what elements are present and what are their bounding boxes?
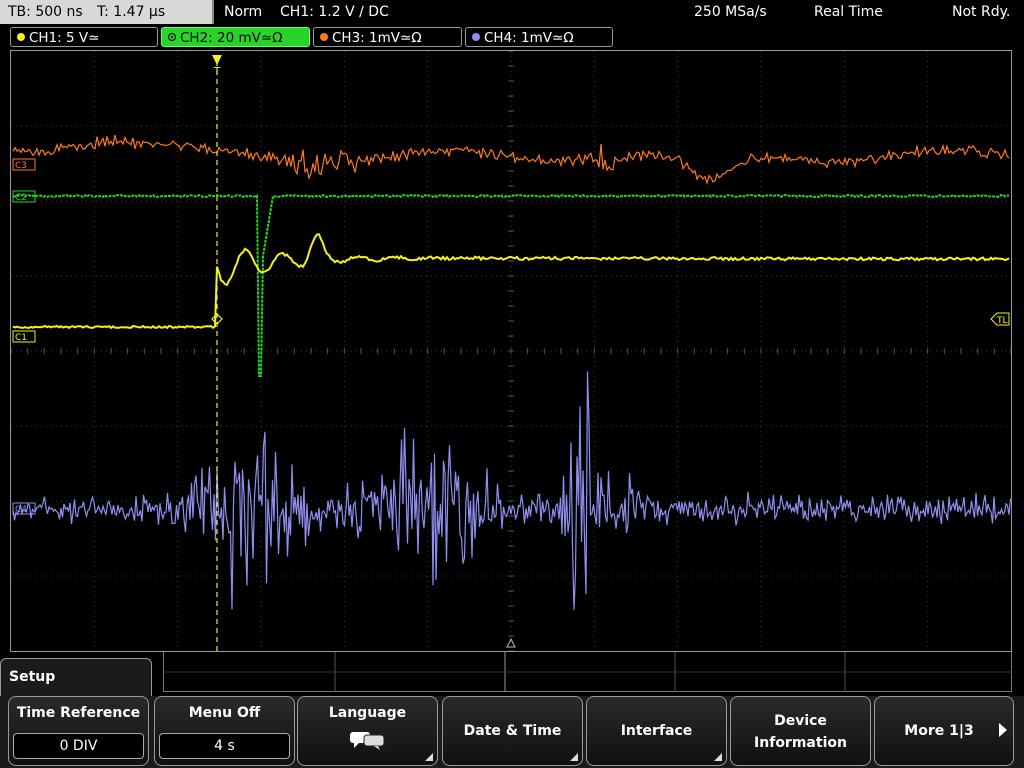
svg-text:TL: TL: [996, 316, 1008, 326]
trigger-level-marker: TL: [990, 312, 1010, 326]
channel-4-tab[interactable]: CH4: 1mV≃Ω: [465, 27, 613, 47]
softkey-bar: Time Reference 0 DIV Menu Off 4 s Langua…: [0, 696, 1024, 768]
interface-label: Interface: [620, 723, 693, 739]
submenu-indicator-icon: [714, 753, 722, 761]
channel-2-label: CH2: 20 mV≃Ω: [180, 30, 283, 46]
status-bar: TB: 500 ns T: 1.47 µs Norm CH1: 1.2 V ∕ …: [0, 0, 1024, 25]
channel-3-trace: [12, 134, 1010, 186]
language-label: Language: [328, 705, 407, 721]
timebase-display[interactable]: TB: 500 ns T: 1.47 µs: [0, 0, 214, 24]
channel-3-label: CH3: 1mV≃Ω: [332, 30, 422, 46]
acquisition-mode: Real Time: [814, 4, 883, 20]
channel-3-tab[interactable]: CH3: 1mV≃Ω: [313, 27, 462, 47]
channel-1-ground-marker: C1: [12, 330, 36, 343]
device-information-label-2: Information: [754, 735, 847, 751]
channel-2-dot-icon: [168, 33, 176, 41]
svg-text:C4: C4: [15, 505, 27, 515]
waveform-display[interactable]: T C3 C2 C1 C4 TL: [10, 50, 1012, 652]
device-information-button[interactable]: Device Information: [730, 696, 871, 766]
device-information-label-1: Device: [774, 713, 827, 729]
channel-1-tab[interactable]: CH1: 5 V≃: [10, 27, 158, 47]
trigger-time-value: T: 1.47 µs: [97, 4, 166, 20]
date-time-label: Date & Time: [463, 723, 562, 739]
channel-4-label: CH4: 1mV≃Ω: [484, 30, 574, 46]
channel-1-dot-icon: [17, 33, 25, 41]
acquisition-state: Not Rdy.: [952, 4, 1011, 20]
graticule-center-ticks: [11, 51, 1011, 651]
submenu-indicator-icon: [570, 753, 578, 761]
channel-4-trace: [12, 371, 1011, 610]
trigger-position-label: T: [213, 65, 221, 78]
more-button[interactable]: More 1|3: [874, 696, 1014, 766]
sample-rate: 250 MSa/s: [694, 4, 767, 20]
lower-strip-svg: [164, 652, 1013, 692]
time-reference-marker-icon: [506, 637, 516, 648]
trigger-setting: CH1: 1.2 V ∕ DC: [280, 4, 389, 20]
language-button[interactable]: Language: [297, 696, 438, 766]
date-time-button[interactable]: Date & Time: [442, 696, 583, 766]
menu-off-value: 4 s: [159, 733, 290, 759]
time-reference-value: 0 DIV: [13, 733, 144, 759]
menu-title-tab: Setup: [0, 658, 152, 698]
chevron-right-icon: [999, 723, 1007, 737]
time-reference-button[interactable]: Time Reference 0 DIV: [8, 696, 149, 766]
channel-2-tab[interactable]: CH2: 20 mV≃Ω: [161, 27, 310, 47]
submenu-indicator-icon: [425, 753, 433, 761]
speech-bubbles-icon: [350, 732, 385, 750]
menu-title: Setup: [9, 669, 56, 685]
svg-text:C3: C3: [15, 161, 27, 171]
timebase-value: TB: 500 ns: [8, 4, 83, 20]
channel-1-label: CH1: 5 V≃: [29, 30, 100, 46]
scope-lower-strip: [163, 652, 1013, 692]
channel-4-dot-icon: [472, 33, 480, 41]
svg-text:C1: C1: [15, 333, 27, 343]
channel-3-ground-marker: C3: [12, 158, 36, 171]
more-label: More 1|3: [904, 723, 974, 739]
trigger-position-marker-icon: [212, 55, 222, 65]
time-reference-label: Time Reference: [16, 705, 141, 721]
waveform-svg: T C3 C2 C1 C4 TL: [11, 51, 1011, 651]
trigger-mode: Norm: [224, 4, 263, 20]
menu-off-button[interactable]: Menu Off 4 s: [154, 696, 295, 766]
svg-text:C2: C2: [15, 193, 27, 203]
channel-3-dot-icon: [320, 33, 328, 41]
interface-button[interactable]: Interface: [586, 696, 727, 766]
menu-off-label: Menu Off: [188, 705, 261, 721]
